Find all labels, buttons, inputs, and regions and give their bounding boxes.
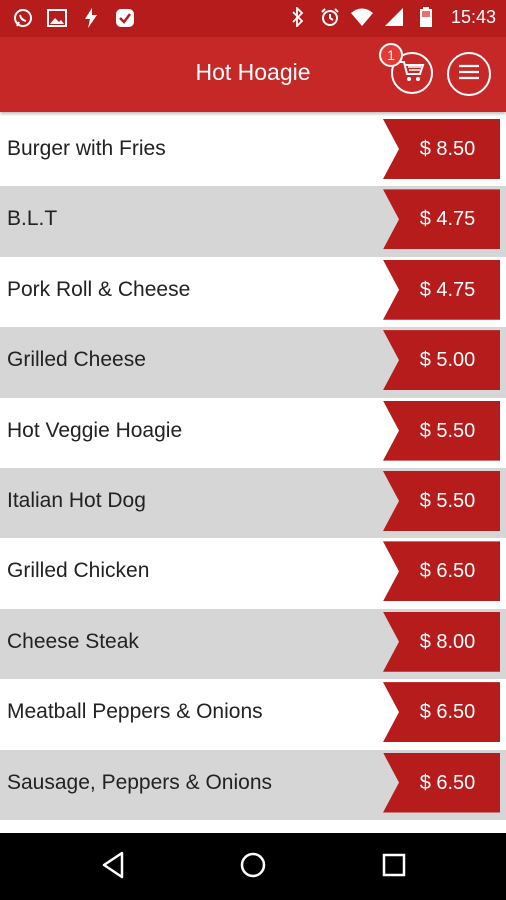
- status-time: 15:43: [450, 6, 496, 27]
- menu-button[interactable]: [447, 52, 491, 96]
- item-name: Hot Veggie Hoagie: [7, 418, 183, 442]
- item-name: Italian Hot Dog: [7, 488, 146, 512]
- price-tag[interactable]: $ 6.50: [383, 541, 500, 602]
- price-tag[interactable]: $ 4.75: [383, 259, 500, 320]
- back-button[interactable]: [95, 849, 131, 885]
- menu-item[interactable]: Cheese Steak $ 8.00: [0, 608, 506, 680]
- item-name: Grilled Cheese: [7, 348, 146, 372]
- item-name: Cheese Steak: [7, 629, 139, 653]
- menu-list: Burger with Fries $ 8.50 B.L.T $ 4.75 Po…: [0, 116, 506, 835]
- item-name: Meatball Peppers & Onions: [7, 700, 263, 724]
- menu-item[interactable]: Burger with Fries $ 8.50: [0, 116, 506, 187]
- item-name: Grilled Chicken: [7, 559, 150, 583]
- hamburger-icon: [458, 63, 480, 86]
- app-bar: Hot Hoagie 1: [0, 37, 506, 112]
- item-name: Burger with Fries: [7, 137, 166, 160]
- check-shield-icon: [114, 7, 136, 29]
- cart-icon: [399, 59, 425, 88]
- price-tag[interactable]: $ 6.50: [383, 752, 500, 813]
- menu-item[interactable]: Sausage, Peppers & Onions $ 6.50: [0, 749, 506, 820]
- price-tag[interactable]: $ 6.50: [383, 682, 500, 743]
- menu-item[interactable]: Grilled Cheese $ 5.00: [0, 327, 506, 398]
- alarm-icon: [319, 6, 341, 28]
- cart-count-badge: 1: [379, 43, 403, 67]
- flash-icon: [80, 7, 102, 29]
- image-icon: [46, 7, 68, 29]
- menu-item[interactable]: Grilled Chicken $ 6.50: [0, 538, 506, 609]
- price-tag[interactable]: $ 8.00: [383, 611, 500, 672]
- price-tag[interactable]: $ 4.75: [383, 189, 500, 250]
- wifi-icon: [350, 6, 373, 28]
- item-name: B.L.T: [7, 207, 58, 231]
- menu-item[interactable]: B.L.T $ 4.75: [0, 186, 506, 257]
- item-name: Sausage, Peppers & Onions: [7, 770, 273, 794]
- bluetooth-icon: [287, 6, 309, 28]
- price-tag[interactable]: $ 5.50: [383, 400, 500, 461]
- item-name: Pork Roll & Cheese: [7, 277, 191, 301]
- home-button[interactable]: [235, 849, 271, 885]
- menu-item[interactable]: Hot Veggie Hoagie $ 5.50: [0, 397, 506, 468]
- whatsapp-icon: [12, 7, 34, 29]
- battery-icon: [415, 6, 437, 28]
- price-tag[interactable]: $ 8.50: [383, 119, 500, 179]
- menu-item[interactable]: Pork Roll & Cheese $ 4.75: [0, 256, 506, 328]
- recents-button[interactable]: [376, 849, 412, 885]
- price-tag[interactable]: $ 5.50: [383, 470, 500, 531]
- price-tag[interactable]: $ 5.00: [383, 330, 500, 391]
- status-bar: 15:43: [0, 0, 506, 37]
- menu-item[interactable]: Italian Hot Dog $ 5.50: [0, 467, 506, 539]
- recents-icon: [382, 853, 406, 882]
- home-icon: [239, 851, 267, 884]
- signal-icon: [383, 6, 405, 28]
- back-icon: [100, 851, 126, 884]
- menu-item[interactable]: Meatball Peppers & Onions $ 6.50: [0, 679, 506, 750]
- system-nav-bar: [0, 833, 506, 900]
